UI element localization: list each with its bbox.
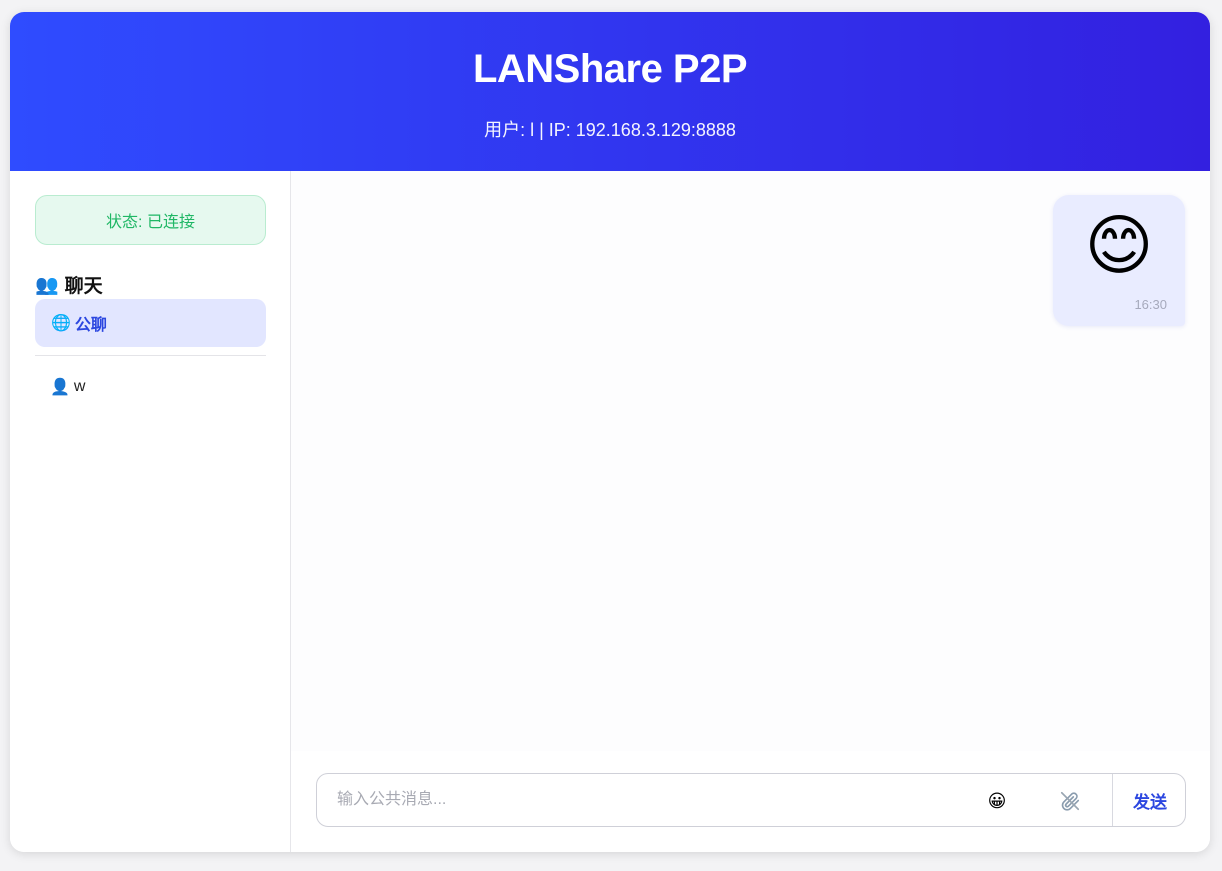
emoji-picker-button[interactable]: 😀 — [977, 786, 1017, 816]
chat-panel: 😊 16:30 😀 发送 — [291, 171, 1210, 852]
chat-section-label: 聊天 — [64, 276, 103, 297]
message-bubble-outgoing: 😊 16:30 — [1053, 195, 1185, 326]
header: LANShare P2P 用户: l | IP: 192.168.3.129:8… — [10, 12, 1210, 171]
users-icon: 👥 — [35, 274, 59, 296]
sidebar-item-user-w[interactable]: 👤 w — [35, 367, 266, 407]
app-window: LANShare P2P 用户: l | IP: 192.168.3.129:8… — [10, 12, 1210, 852]
emoji-icon: 😀 — [987, 790, 1007, 811]
message-input[interactable] — [318, 775, 958, 825]
message-list[interactable]: 😊 16:30 — [291, 171, 1210, 751]
message-composer: 😀 发送 — [316, 773, 1186, 827]
sidebar-divider — [35, 355, 266, 356]
sidebar-item-label: w — [73, 378, 86, 395]
attach-file-button[interactable] — [1050, 786, 1090, 816]
sidebar-item-label: 公聊 — [74, 317, 107, 334]
paperclip-icon — [1060, 791, 1080, 811]
message-content: 😊 — [1084, 208, 1154, 282]
sidebar: 状态: 已连接 👥 聊天 🌐 公聊 👤 w — [10, 171, 291, 852]
sidebar-item-public-chat[interactable]: 🌐 公聊 — [35, 299, 266, 347]
connection-status-badge: 状态: 已连接 — [35, 195, 266, 245]
send-button[interactable]: 发送 — [1112, 774, 1185, 826]
message-timestamp: 16:30 — [1134, 297, 1167, 312]
app-title: LANShare P2P — [472, 47, 748, 91]
chat-section-heading: 👥 聊天 — [35, 271, 103, 298]
globe-icon: 🌐 — [51, 315, 71, 332]
user-info: 用户: l | IP: 192.168.3.129:8888 — [484, 120, 736, 140]
user-icon: 👤 — [50, 379, 70, 396]
